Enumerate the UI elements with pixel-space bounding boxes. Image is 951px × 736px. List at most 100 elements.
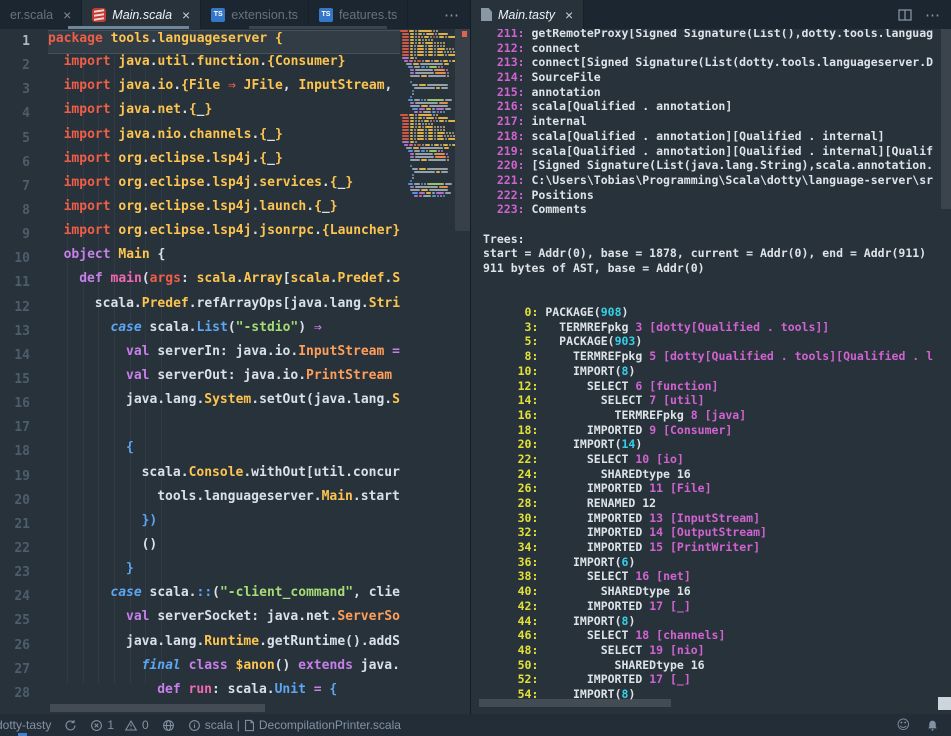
tasty-line[interactable]: 44: IMPORT(8) <box>483 614 933 629</box>
line-number[interactable]: 10 <box>0 247 48 271</box>
line-number[interactable]: 23 <box>0 561 48 585</box>
tasty-line[interactable]: start = Addr(0), base = 1878, current = … <box>483 246 933 261</box>
tasty-line[interactable]: 18: IMPORTED 9 [Consumer] <box>483 423 933 438</box>
line-number[interactable]: 16 <box>0 392 48 416</box>
sync-icon[interactable] <box>64 719 77 732</box>
git-branch-item[interactable]: dotty-tasty <box>0 718 51 732</box>
horizontal-scrollbar-thumb[interactable] <box>479 699 671 707</box>
line-number[interactable]: 17 <box>0 416 48 440</box>
line-number[interactable]: 22 <box>0 537 48 561</box>
tasty-line[interactable] <box>483 217 933 232</box>
tasty-line[interactable]: 211: getRemoteProxy[Signed Signature(Lis… <box>483 29 933 41</box>
tasty-line[interactable]: 40: SHAREDtype 16 <box>483 584 933 599</box>
line-number[interactable]: 9 <box>0 223 48 247</box>
tasty-line[interactable]: 8: TERMREFpkg 5 [dotty[Qualified . tools… <box>483 349 933 364</box>
tasty-line[interactable]: 46: SELECT 18 [channels] <box>483 628 933 643</box>
code-line[interactable]: import org.eclipse.lsp4j.services.{_} <box>48 175 400 199</box>
code-line[interactable]: import java.io.{File ⇒ JFile, InputStrea… <box>48 78 400 102</box>
code-area[interactable]: package tools.languageserver { import jav… <box>48 30 400 706</box>
line-number[interactable]: 12 <box>0 296 48 320</box>
code-line[interactable]: import org.eclipse.lsp4j.launch.{_} <box>48 199 400 223</box>
tasty-line[interactable]: 5: PACKAGE(903) <box>483 334 933 349</box>
tab-main-scala[interactable]: Main.scala × <box>82 0 201 29</box>
tasty-line[interactable]: 223: Comments <box>483 202 933 217</box>
split-editor-icon[interactable] <box>897 7 913 23</box>
globe-icon[interactable] <box>162 719 175 732</box>
code-line[interactable]: def main(args: scala.Array[scala.Predef.… <box>48 271 400 295</box>
tasty-line[interactable]: 12: SELECT 6 [function] <box>483 379 933 394</box>
line-number[interactable]: 5 <box>0 127 48 151</box>
tasty-line[interactable]: 215: annotation <box>483 85 933 100</box>
code-line[interactable]: def run: scala.Unit = { <box>48 682 400 706</box>
tasty-line[interactable]: 42: IMPORTED 17 [_] <box>483 599 933 614</box>
tasty-line[interactable]: 52: IMPORTED 17 [_] <box>483 672 933 687</box>
line-number[interactable]: 3 <box>0 78 48 102</box>
code-line[interactable]: { <box>48 440 400 464</box>
tasty-line[interactable]: 26: IMPORTED 11 [File] <box>483 481 933 496</box>
tasty-line[interactable]: 16: TERMREFpkg 8 [java] <box>483 408 933 423</box>
code-line[interactable] <box>48 416 400 440</box>
code-line[interactable]: }) <box>48 513 400 537</box>
tasty-line[interactable]: 22: SELECT 10 [io] <box>483 452 933 467</box>
line-number[interactable]: 4 <box>0 102 48 126</box>
code-line[interactable]: object Main { <box>48 247 400 271</box>
line-number[interactable]: 14 <box>0 344 48 368</box>
tasty-line[interactable]: 212: connect <box>483 41 933 56</box>
tasty-line[interactable]: 34: IMPORTED 15 [PrintWriter] <box>483 540 933 555</box>
close-icon[interactable]: × <box>565 8 573 22</box>
tab-er-scala[interactable]: er.scala × <box>0 0 82 29</box>
line-number[interactable]: 8 <box>0 199 48 223</box>
tasty-line[interactable]: 38: SELECT 16 [net] <box>483 569 933 584</box>
tab-features-ts[interactable]: TS features.ts <box>309 0 408 29</box>
tasty-line[interactable]: 217: internal <box>483 114 933 129</box>
problems-item[interactable]: 1 0 <box>90 718 148 732</box>
code-line[interactable]: scala.Console.withOut[util.concurr <box>48 465 400 489</box>
tasty-line[interactable]: 214: SourceFile <box>483 70 933 85</box>
tasty-line[interactable]: Trees: <box>483 232 933 247</box>
tasty-line[interactable]: 30: IMPORTED 13 [InputStream] <box>483 511 933 526</box>
tasty-line[interactable]: 3: TERMREFpkg 3 [dotty[Qualified . tools… <box>483 320 933 335</box>
line-number[interactable]: 19 <box>0 465 48 489</box>
more-actions-icon[interactable]: ⋯ <box>434 6 470 24</box>
line-number[interactable]: 15 <box>0 368 48 392</box>
code-line[interactable]: scala.Predef.refArrayOps[java.lang.Strin <box>48 296 400 320</box>
code-line[interactable]: val serverOut: java.io.PrintStream = <box>48 368 400 392</box>
vertical-scrollbar-thumb[interactable] <box>941 29 951 209</box>
tasty-line[interactable]: 28: RENAMED 12 <box>483 496 933 511</box>
line-number[interactable]: 6 <box>0 151 48 175</box>
line-number[interactable]: 28 <box>0 682 48 706</box>
code-line[interactable]: import java.nio.channels.{_} <box>48 127 400 151</box>
code-line[interactable]: val serverIn: java.io.InputStream = <box>48 344 400 368</box>
line-number[interactable]: 11 <box>0 271 48 295</box>
tasty-line[interactable]: 219: scala[Qualified . annotation][Quali… <box>483 144 933 159</box>
code-line[interactable]: java.lang.Runtime.getRuntime().addSh <box>48 634 400 658</box>
tasty-line[interactable] <box>483 276 933 291</box>
minimap[interactable] <box>400 30 455 260</box>
code-line[interactable]: java.lang.System.setOut(java.lang.Sy <box>48 392 400 416</box>
tasty-line[interactable]: 48: SELECT 19 [nio] <box>483 643 933 658</box>
tasty-line[interactable]: 10: IMPORT(8) <box>483 364 933 379</box>
vertical-scrollbar-thumb[interactable] <box>455 29 470 231</box>
tasty-line[interactable]: 36: IMPORT(6) <box>483 555 933 570</box>
tasty-line[interactable]: 24: SHAREDtype 16 <box>483 467 933 482</box>
tab-main-tasty[interactable]: Main.tasty × <box>471 0 584 29</box>
code-line[interactable]: val serverSocket: java.net.ServerSoc <box>48 609 400 633</box>
code-line[interactable]: import org.eclipse.lsp4j.{_} <box>48 151 400 175</box>
close-icon[interactable]: × <box>182 8 190 22</box>
tasty-line[interactable]: 20: IMPORT(14) <box>483 437 933 452</box>
tasty-output[interactable]: 211: getRemoteProxy[Signed Signature(Lis… <box>483 29 933 702</box>
line-number[interactable]: 25 <box>0 609 48 633</box>
tasty-line[interactable]: 213: connect[Signed Signature(List(dotty… <box>483 55 933 70</box>
feedback-smiley-icon[interactable]: ☺ <box>896 718 910 733</box>
tab-extension-ts[interactable]: TS extension.ts <box>201 0 309 29</box>
code-line[interactable]: final class $anon() extends java.l <box>48 658 400 682</box>
tasty-line[interactable] <box>483 290 933 305</box>
line-number[interactable]: 1 <box>0 30 48 54</box>
line-number[interactable]: 26 <box>0 634 48 658</box>
code-line[interactable]: () <box>48 537 400 561</box>
code-line[interactable]: package tools.languageserver { <box>48 30 400 54</box>
tasty-line[interactable]: 220: [Signed Signature(List(java.lang.St… <box>483 158 933 173</box>
line-number[interactable]: 21 <box>0 513 48 537</box>
tasty-line[interactable]: 221: C:\Users\Tobias\Programming\Scala\d… <box>483 173 933 188</box>
language-mode-item[interactable]: scala | DecompilationPrinter.scala <box>188 718 401 732</box>
